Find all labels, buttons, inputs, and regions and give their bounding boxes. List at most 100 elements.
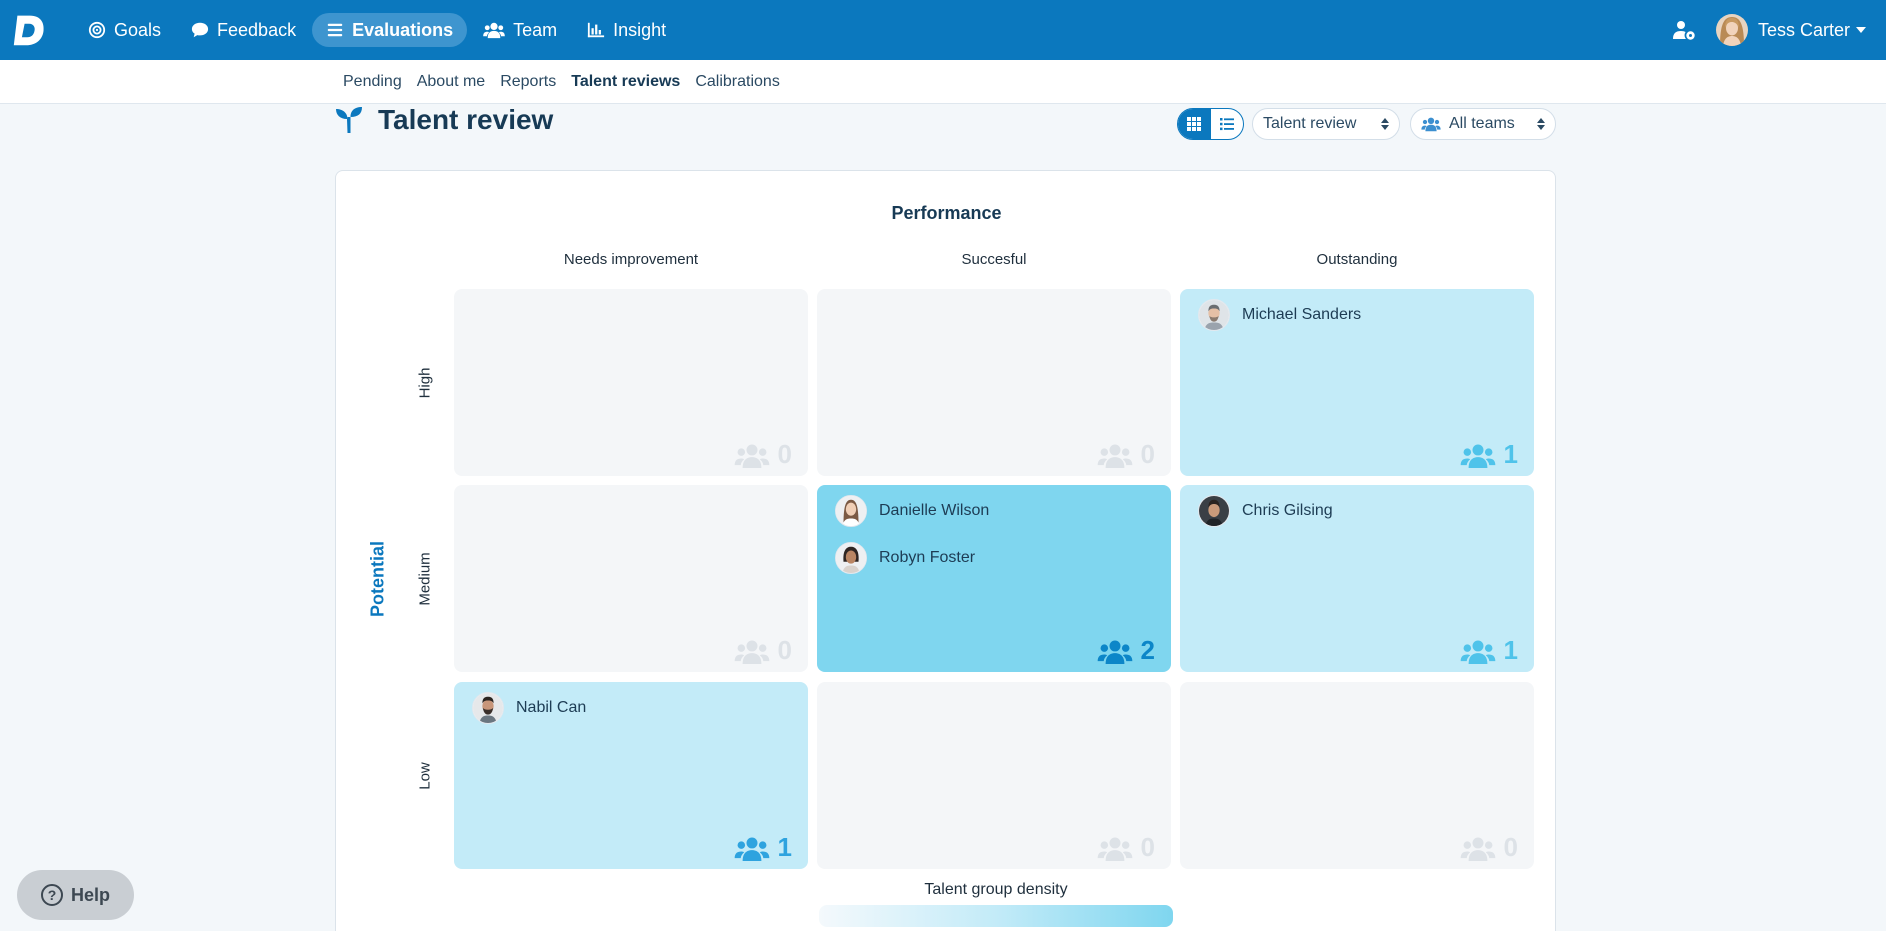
person-name: Chris Gilsing xyxy=(1242,502,1333,519)
nav-team-label: Team xyxy=(513,19,558,40)
person-name: Robyn Foster xyxy=(879,549,976,566)
people-group-icon xyxy=(1460,443,1495,468)
help-label: Help xyxy=(70,884,110,905)
group-count: 0 xyxy=(734,439,792,470)
person-chip[interactable]: Danielle Wilson xyxy=(835,495,989,527)
top-navigation-bar: Goals Feedback Evaluations Team Insight … xyxy=(0,0,1886,60)
column-label-outstanding: Outstanding xyxy=(1316,251,1398,268)
people-group-icon xyxy=(734,836,769,861)
select-arrows-icon xyxy=(1381,118,1389,130)
performance-axis-title: Performance xyxy=(891,203,1002,223)
avatar xyxy=(835,542,867,574)
column-label-succesful: Succesful xyxy=(961,251,1027,268)
list-view-button[interactable] xyxy=(1211,109,1244,139)
avatar xyxy=(835,495,867,527)
caret-down-icon xyxy=(1856,27,1866,33)
grid-view-button[interactable] xyxy=(1178,109,1211,139)
cell-low-needs-improvement[interactable]: Nabil Can 1 xyxy=(454,682,808,869)
team-icon xyxy=(1421,117,1441,132)
user-settings-icon[interactable] xyxy=(1672,18,1696,42)
subnav-pending[interactable]: Pending xyxy=(343,73,402,91)
potential-axis-title-text: Potential xyxy=(367,540,388,618)
people-group-icon xyxy=(734,639,769,664)
subnav-about-me[interactable]: About me xyxy=(417,73,485,91)
list-icon xyxy=(327,23,343,37)
cell-medium-outstanding[interactable]: Chris Gilsing 1 xyxy=(1180,485,1534,672)
user-avatar xyxy=(1715,14,1748,46)
group-count: 0 xyxy=(1460,832,1518,863)
group-count-value: 1 xyxy=(777,832,792,862)
talent-matrix-card: Performance Needs improvement Succesful … xyxy=(335,170,1556,931)
people-group-icon xyxy=(1097,443,1132,468)
nav-goals[interactable]: Goals xyxy=(74,13,175,47)
group-count-value: 0 xyxy=(1140,832,1155,862)
cell-low-outstanding[interactable]: 0 xyxy=(1180,682,1534,869)
group-count: 1 xyxy=(734,832,792,863)
nav-goals-label: Goals xyxy=(114,19,162,40)
cell-medium-needs-improvement[interactable]: 0 xyxy=(454,485,808,672)
subnav-reports[interactable]: Reports xyxy=(500,73,556,91)
group-count: 1 xyxy=(1460,635,1518,666)
group-count-value: 0 xyxy=(777,635,792,665)
person-name: Nabil Can xyxy=(516,699,587,716)
target-icon xyxy=(88,21,106,39)
app-logo[interactable] xyxy=(10,10,50,50)
team-icon xyxy=(483,22,505,39)
review-select[interactable]: Talent review xyxy=(1252,108,1400,140)
person-chip[interactable]: Chris Gilsing xyxy=(1198,495,1333,527)
subnav-calibrations[interactable]: Calibrations xyxy=(695,73,779,91)
page-title: Talent review xyxy=(334,102,553,138)
density-legend-label: Talent group density xyxy=(924,881,1068,898)
group-count-value: 2 xyxy=(1140,635,1155,665)
logo-d-icon xyxy=(13,15,44,46)
chat-bubble-icon xyxy=(191,22,209,38)
density-legend-bar xyxy=(819,905,1173,927)
team-select[interactable]: All teams xyxy=(1410,108,1556,140)
nav-team[interactable]: Team xyxy=(469,13,571,47)
cell-high-outstanding[interactable]: Michael Sanders 1 xyxy=(1180,289,1534,476)
group-count-value: 0 xyxy=(1140,439,1155,469)
group-count: 0 xyxy=(734,635,792,666)
person-chip[interactable]: Robyn Foster xyxy=(835,542,975,574)
people-group-icon xyxy=(1460,836,1495,861)
avatar xyxy=(472,692,504,724)
nav-feedback-label: Feedback xyxy=(217,19,297,40)
nav-feedback[interactable]: Feedback xyxy=(177,13,310,47)
avatar xyxy=(1198,495,1230,527)
grid-icon xyxy=(1187,117,1202,131)
seedling-icon xyxy=(336,107,362,133)
cell-high-succesful[interactable]: 0 xyxy=(817,289,1171,476)
people-group-icon xyxy=(1097,639,1132,664)
cell-low-succesful[interactable]: 0 xyxy=(817,682,1171,869)
cell-medium-succesful[interactable]: Danielle Wilson Robyn Foster 2 xyxy=(817,485,1171,672)
person-name: Danielle Wilson xyxy=(879,502,990,519)
person-chip[interactable]: Michael Sanders xyxy=(1198,299,1361,331)
cell-high-needs-improvement[interactable]: 0 xyxy=(454,289,808,476)
people-group-icon xyxy=(1097,836,1132,861)
nav-insight-label: Insight xyxy=(613,19,667,40)
topbar-right: Tess Carter xyxy=(1672,0,1866,60)
view-toggle xyxy=(1177,108,1244,140)
people-group-icon xyxy=(1460,639,1495,664)
help-button[interactable]: ? Help xyxy=(17,870,134,920)
group-count: 0 xyxy=(1097,439,1155,470)
nav-insight[interactable]: Insight xyxy=(573,13,680,47)
group-count-value: 1 xyxy=(1503,635,1518,665)
select-arrows-icon xyxy=(1537,118,1545,130)
question-mark-icon: ? xyxy=(40,884,63,906)
row-label-medium-text: Medium xyxy=(416,552,434,606)
person-chip[interactable]: Nabil Can xyxy=(472,692,586,724)
user-menu[interactable]: Tess Carter xyxy=(1715,14,1866,46)
subnav-talent-reviews[interactable]: Talent reviews xyxy=(571,73,680,91)
sub-navigation: Pending About me Reports Talent reviews … xyxy=(0,60,1886,104)
group-count: 1 xyxy=(1460,439,1518,470)
row-label-low-text: Low xyxy=(416,762,434,790)
team-select-value: All teams xyxy=(1449,115,1515,132)
group-count-value: 1 xyxy=(1503,439,1518,469)
nav-evaluations[interactable]: Evaluations xyxy=(312,13,468,47)
group-count-value: 0 xyxy=(1503,832,1518,862)
column-label-needs-improvement: Needs improvement xyxy=(563,251,699,268)
group-count-value: 0 xyxy=(777,439,792,469)
user-name: Tess Carter xyxy=(1757,19,1850,40)
page-title-text: Talent review xyxy=(378,104,554,135)
